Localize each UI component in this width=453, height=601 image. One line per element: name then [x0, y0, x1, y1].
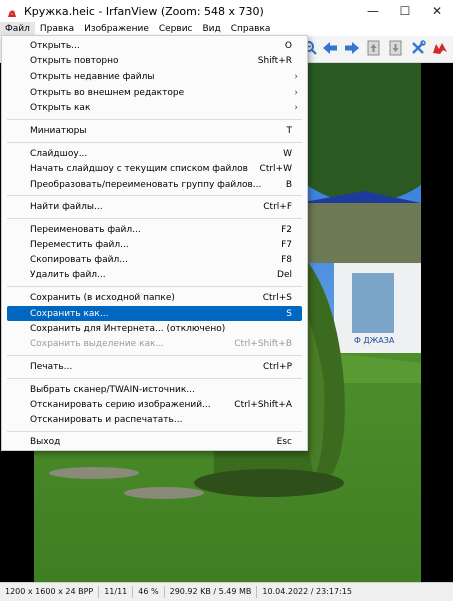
next-arrow-icon[interactable] [344, 40, 360, 56]
menu-separator [7, 286, 302, 287]
photo-sign-text: Ф ДЖАЗА [354, 336, 395, 345]
menu-item-batch-scan[interactable]: Отсканировать серию изображений... Ctrl+… [7, 397, 302, 412]
menu-edit[interactable]: Правка [35, 22, 79, 36]
menu-view[interactable]: Вид [198, 22, 226, 36]
menu-separator [7, 142, 302, 143]
minimize-button[interactable]: — [357, 0, 389, 22]
menu-item-select-scanner[interactable]: Выбрать сканер/TWAIN-источник... [7, 382, 302, 397]
window-title: Кружка.heic - IrfanView (Zoom: 548 x 730… [24, 4, 264, 18]
menu-item-start-slideshow[interactable]: Начать слайдшоу с текущим списком файлов… [7, 161, 302, 176]
copy-to-icon[interactable] [366, 40, 382, 56]
status-file-size: 290.92 KB / 5.49 MB [165, 586, 258, 598]
menu-separator [7, 195, 302, 196]
maximize-button[interactable]: ☐ [389, 0, 421, 22]
menu-item-batch-convert[interactable]: Преобразовать/переименовать группу файло… [7, 177, 302, 192]
menu-tools[interactable]: Сервис [154, 22, 198, 36]
menu-item-rename-file[interactable]: Переименовать файл... F2 [7, 222, 302, 237]
menu-item-recent-files[interactable]: Открыть недавние файлы › [7, 69, 302, 84]
menu-item-print[interactable]: Печать... Ctrl+P [7, 359, 302, 374]
menu-item-delete-file[interactable]: Удалить файл... Del [7, 267, 302, 282]
previous-arrow-icon[interactable] [322, 40, 338, 56]
menu-item-slideshow[interactable]: Слайдшоу... W [7, 146, 302, 161]
menu-separator [7, 218, 302, 219]
menu-item-reopen[interactable]: Открыть повторно Shift+R [7, 53, 302, 68]
menu-item-save-selection: Сохранить выделение как... Ctrl+Shift+B [30, 338, 292, 349]
menu-item-exit[interactable]: Выход Esc [7, 434, 302, 449]
close-button[interactable]: ✕ [421, 0, 453, 22]
menu-image[interactable]: Изображение [79, 22, 154, 36]
menu-separator [7, 378, 302, 379]
submenu-arrow-icon: › [294, 102, 298, 113]
menu-item-save-for-web[interactable]: Сохранить для Интернета... (отключено) [7, 321, 302, 336]
irfanview-logo-icon[interactable] [432, 40, 448, 56]
irfanview-app-icon[interactable] [6, 5, 18, 20]
menu-item-save-as[interactable]: Сохранить как... S [7, 306, 302, 321]
menu-item-thumbnails[interactable]: Миниатюры T [7, 123, 302, 138]
menu-file[interactable]: Файл [0, 22, 35, 36]
status-file-index: 11/11 [99, 586, 134, 598]
menu-item-open-external-editor[interactable]: Открыть во внешнем редакторе › [7, 85, 302, 100]
tools-wrench-icon[interactable] [410, 40, 426, 56]
menu-separator [7, 119, 302, 120]
menu-item-scan-and-print[interactable]: Отсканировать и распечатать... [7, 412, 302, 427]
menu-separator [7, 431, 302, 432]
status-image-size: 1200 x 1600 x 24 BPP [0, 586, 100, 598]
status-date: 10.04.2022 / 23:17:15 [262, 587, 352, 596]
status-zoom: 46 % [133, 586, 165, 598]
menu-help[interactable]: Справка [226, 22, 276, 36]
submenu-arrow-icon: › [294, 71, 298, 82]
menu-item-open[interactable]: Открыть... O [7, 38, 302, 53]
submenu-arrow-icon: › [294, 87, 298, 98]
menu-item-copy-file[interactable]: Скопировать файл... F8 [7, 252, 302, 267]
title-bar: Кружка.heic - IrfanView (Zoom: 548 x 730… [0, 0, 453, 22]
menu-item-move-file[interactable]: Переместить файл... F7 [7, 237, 302, 252]
menu-bar: Файл Правка Изображение Сервис Вид Справ… [0, 22, 453, 36]
menu-item-find-files[interactable]: Найти файлы... Ctrl+F [7, 199, 302, 214]
move-to-icon[interactable] [388, 40, 404, 56]
status-bar: 1200 x 1600 x 24 BPP 11/11 46 % 290.92 K… [0, 582, 453, 601]
menu-item-open-as[interactable]: Открыть как › [7, 100, 302, 115]
menu-separator [7, 355, 302, 356]
file-menu-dropdown: Открыть... O Открыть повторно Shift+R От… [1, 35, 308, 451]
menu-item-save[interactable]: Сохранить (в исходной папке) Ctrl+S [7, 290, 302, 305]
